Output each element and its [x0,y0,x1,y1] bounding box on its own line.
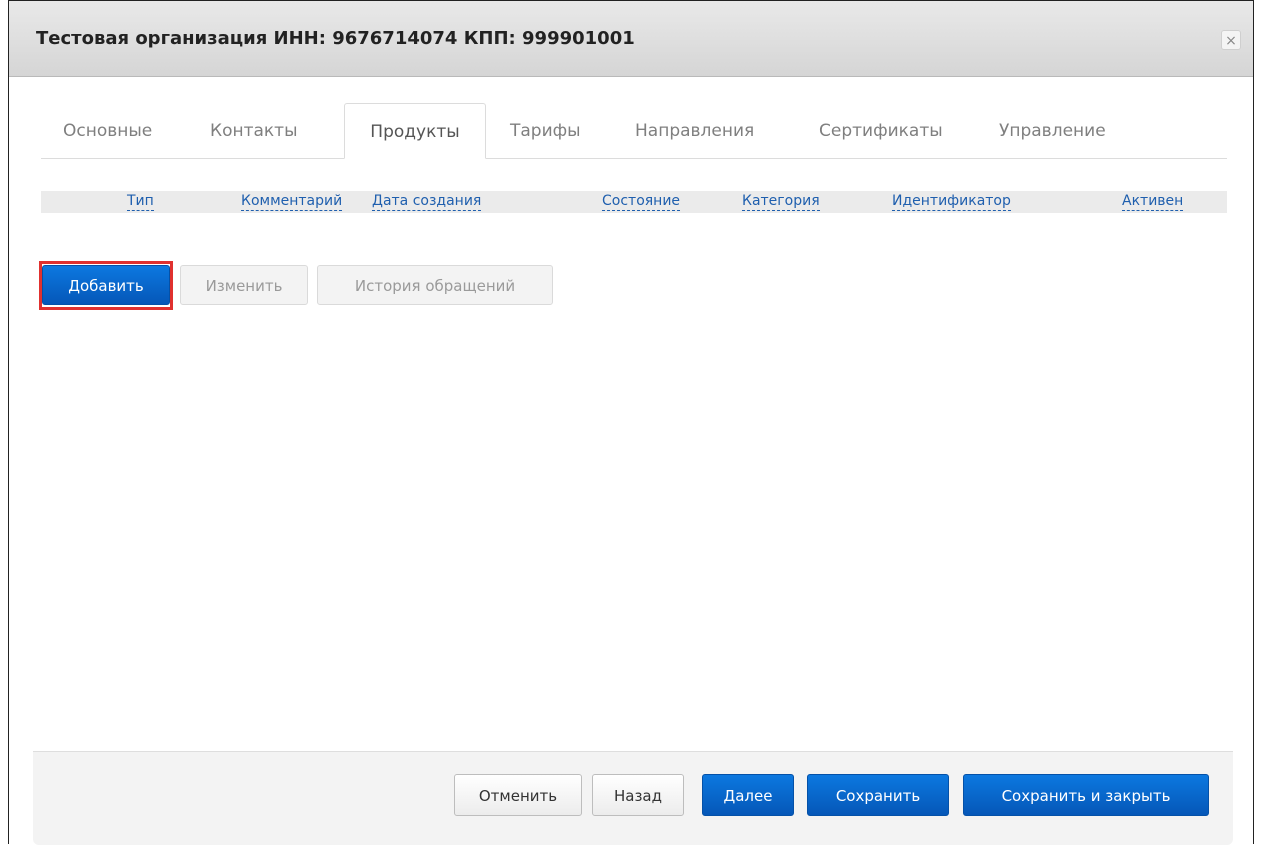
column-comment[interactable]: Комментарий [241,191,343,211]
save-and-close-button[interactable]: Сохранить и закрыть [963,774,1209,816]
cancel-button[interactable]: Отменить [454,774,582,816]
tab-certificates[interactable]: Сертификаты [819,103,943,159]
column-type[interactable]: Тип [127,191,154,211]
dialog-titlebar[interactable]: Тестовая организация ИНН: 9676714074 КПП… [9,1,1253,77]
column-category[interactable]: Категория [742,191,820,211]
next-button[interactable]: Далее [702,774,794,816]
dialog-footer: Отменить Назад Далее Сохранить Сохранить… [33,751,1233,845]
tab-directions[interactable]: Направления [635,103,754,159]
column-active[interactable]: Активен [1122,191,1184,211]
column-created-date[interactable]: Дата создания [372,191,482,211]
products-table-header: Тип Комментарий Дата создания Состояние … [41,191,1227,213]
tab-management[interactable]: Управление [999,103,1106,159]
history-button[interactable]: История обращений [317,265,553,305]
organization-dialog: Тестовая организация ИНН: 9676714074 КПП… [8,0,1254,845]
save-button[interactable]: Сохранить [807,774,949,816]
tab-bar: Основные Контакты Продукты Тарифы Направ… [41,103,1227,159]
tab-tariffs[interactable]: Тарифы [510,103,581,159]
back-button[interactable]: Назад [592,774,684,816]
add-button[interactable]: Добавить [42,265,170,305]
close-icon[interactable]: × [1221,30,1241,50]
column-identifier[interactable]: Идентификатор [892,191,1011,211]
column-status[interactable]: Состояние [602,191,681,211]
tab-products[interactable]: Продукты [344,103,486,159]
dialog-title: Тестовая организация ИНН: 9676714074 КПП… [36,28,635,49]
edit-button[interactable]: Изменить [180,265,308,305]
tab-main[interactable]: Основные [63,103,152,159]
tab-contacts[interactable]: Контакты [210,103,298,159]
